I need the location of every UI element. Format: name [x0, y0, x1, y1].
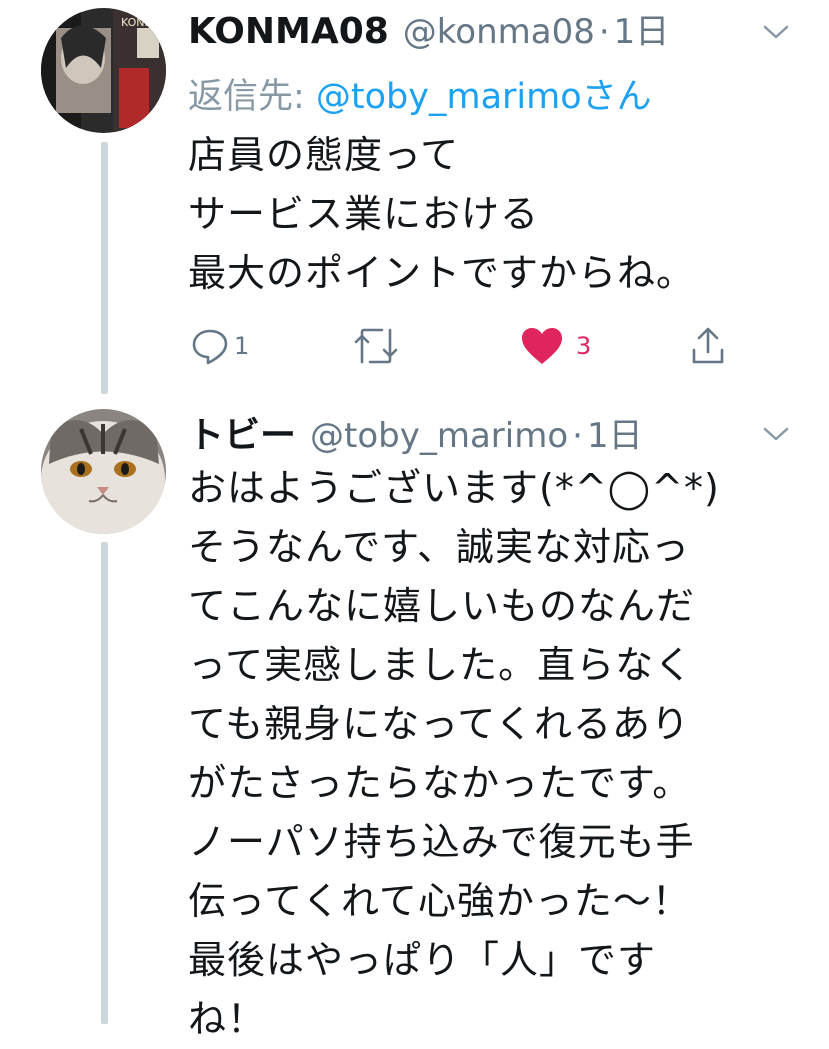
- reply-button[interactable]: 1: [190, 324, 249, 368]
- reply-mention: @toby_marimo: [315, 77, 582, 117]
- tweet-header: KONMA08 @konma08 · 1日: [188, 4, 669, 53]
- heart-icon: [522, 328, 562, 364]
- share-button[interactable]: [690, 324, 726, 368]
- reply-to-line: 返信先: @toby_marimoさん: [188, 68, 652, 119]
- like-count: 3: [576, 332, 592, 360]
- timestamp[interactable]: 1日: [587, 408, 643, 457]
- like-button[interactable]: 3: [520, 324, 591, 368]
- retweet-icon: [354, 328, 398, 364]
- avatar[interactable]: KONM: [41, 8, 166, 133]
- tweet-text: 店員の態度って サービス業における 最大のポイントですからね。: [188, 133, 696, 295]
- chevron-down-icon[interactable]: [762, 424, 790, 444]
- timestamp[interactable]: 1日: [614, 4, 670, 53]
- separator: ·: [598, 12, 610, 52]
- user-avatar-photo-icon: KONM: [41, 8, 166, 133]
- thread-line-top: [101, 142, 108, 394]
- user-handle[interactable]: @konma08: [403, 12, 595, 52]
- separator: ·: [572, 416, 583, 456]
- reply-to-label: 返信先:: [188, 77, 316, 117]
- svg-text:KONM: KONM: [121, 16, 154, 29]
- thread-line-bottom: [101, 542, 108, 1024]
- retweet-button[interactable]: [352, 324, 404, 368]
- cat-avatar-photo-icon: [41, 409, 166, 534]
- avatar[interactable]: [41, 409, 166, 534]
- reply-icon: [192, 329, 228, 365]
- tweet-header: トビー @toby_marimo · 1日: [188, 406, 643, 458]
- reply-count: 1: [234, 332, 250, 360]
- reply-suffix: さん: [581, 77, 652, 117]
- share-icon: [692, 327, 724, 364]
- display-name[interactable]: トビー: [188, 406, 296, 458]
- reply-mention-link[interactable]: @toby_marimoさん: [316, 77, 652, 117]
- display-name[interactable]: KONMA08: [188, 11, 389, 52]
- tweet-text: おはようございます(*^◯^*) そうなんです、誠実な対応っ てこんなに嬉しいも…: [188, 466, 720, 1041]
- chevron-down-icon[interactable]: [762, 22, 790, 42]
- user-handle[interactable]: @toby_marimo: [310, 416, 568, 456]
